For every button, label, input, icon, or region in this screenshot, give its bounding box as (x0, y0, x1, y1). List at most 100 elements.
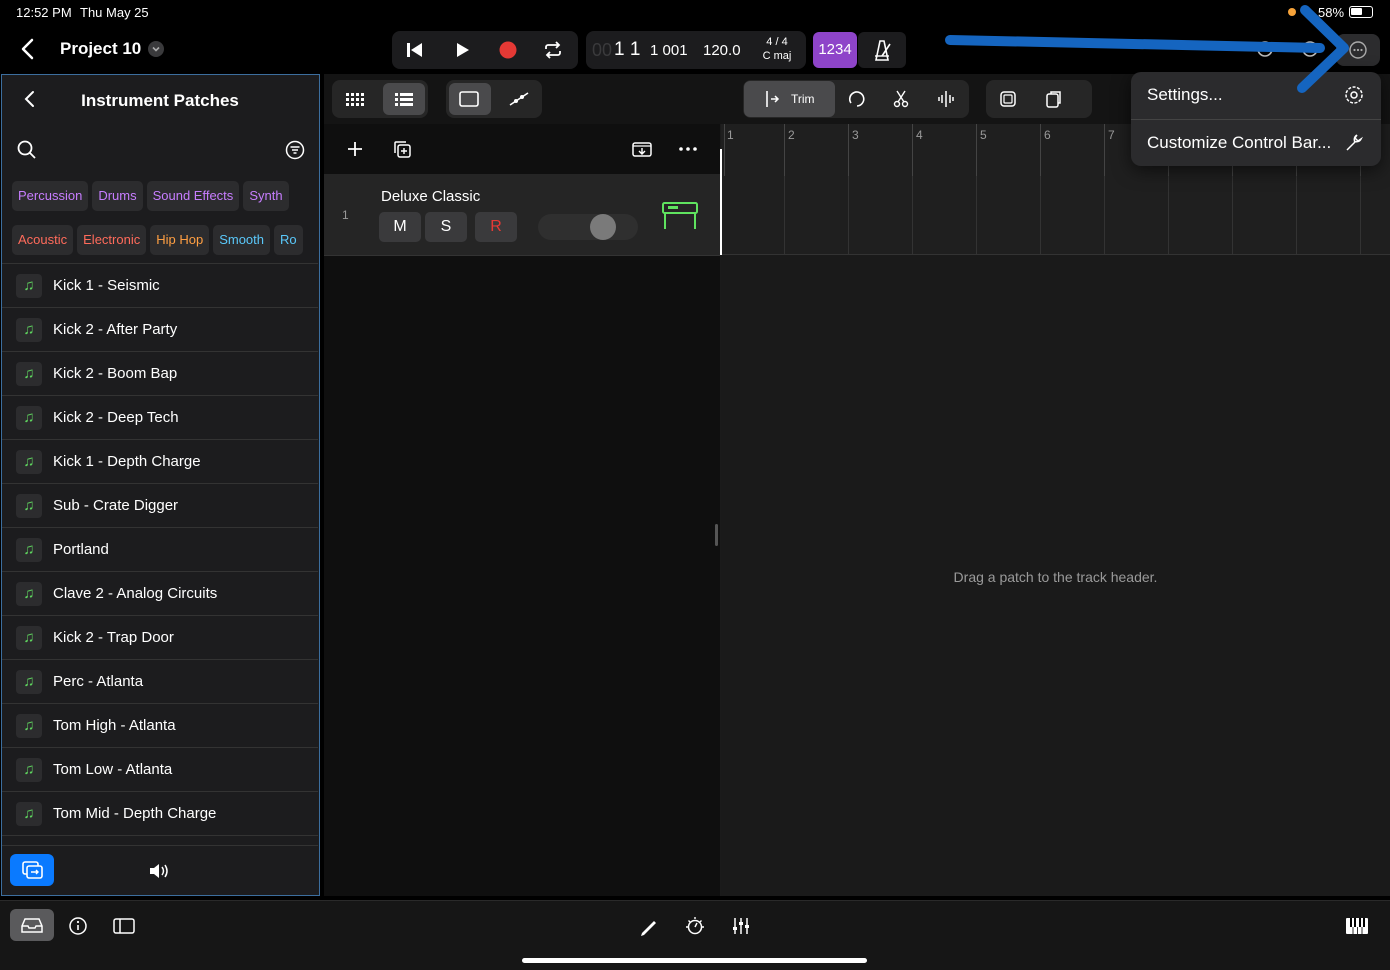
copy-icon[interactable] (1044, 89, 1064, 114)
list-item[interactable]: ♫ Kick 1 - Seismic (2, 264, 318, 308)
trim-icon[interactable] (761, 89, 781, 114)
rewind-button[interactable] (405, 40, 425, 60)
list-item[interactable]: ♫ Kick 2 - Trap Door (2, 616, 318, 660)
automation-icon[interactable] (508, 89, 530, 114)
redo-icon[interactable] (1300, 39, 1320, 59)
browser-footer (2, 845, 318, 895)
music-note-icon: ♫ (16, 318, 42, 342)
list-item[interactable]: ♫ Kick 2 - Boom Bap (2, 352, 318, 396)
lcd-position-prefix: 00 (592, 40, 613, 60)
browser-toggle-button[interactable] (10, 909, 54, 941)
track-name[interactable]: Deluxe Classic (381, 188, 480, 205)
menu-item-settings[interactable]: Settings... (1131, 72, 1381, 118)
lcd-signature: 4 / 4 C maj (760, 35, 794, 63)
speaker-icon[interactable] (148, 861, 172, 881)
select-region-icon[interactable] (998, 89, 1018, 114)
resize-handle[interactable] (715, 524, 718, 546)
tag-smooth[interactable]: Smooth (213, 225, 270, 255)
mixer-icon[interactable] (726, 911, 756, 941)
empty-hint: Drag a patch to the track header. (953, 569, 1158, 585)
customize-label: Customize Control Bar... (1147, 133, 1332, 152)
tag-row-1: Percussion Drums Sound Effects Synth (12, 181, 318, 215)
lcd-display[interactable]: 00 1 1 1 001 120.0 4 / 4 C maj (586, 31, 806, 69)
scissors-icon[interactable] (891, 89, 911, 114)
project-title[interactable]: Project 10 (60, 39, 141, 59)
browser-loops-button[interactable] (10, 854, 54, 886)
sidebar-icon[interactable] (110, 911, 140, 941)
list-item[interactable]: ♫ Kick 2 - After Party (2, 308, 318, 352)
count-in-button[interactable]: 1234 (813, 32, 857, 68)
download-icon[interactable] (631, 139, 653, 164)
pencil-icon[interactable] (634, 911, 664, 941)
list-item[interactable]: ♫ Tom Mid - Depth Charge (2, 792, 318, 836)
music-note-icon: ♫ (16, 670, 42, 694)
music-note-icon: ♫ (16, 274, 42, 298)
tag-synth[interactable]: Synth (243, 181, 289, 211)
volume-slider[interactable] (538, 214, 638, 240)
status-date: Thu May 25 (80, 5, 149, 20)
more-options-button[interactable] (1336, 34, 1380, 66)
music-note-icon: ♫ (16, 714, 42, 738)
grid-view-icon[interactable] (345, 89, 365, 114)
patch-list: ♫ Kick 1 - Seismic ♫ Kick 2 - After Party … (2, 263, 318, 845)
list-item[interactable]: ♫ Kick 1 - Depth Charge (2, 440, 318, 484)
tag-sound-effects[interactable]: Sound Effects (146, 181, 240, 211)
battery-icon (1349, 6, 1373, 18)
list-item[interactable]: ♫ Clave 2 - Analog Circuits (2, 572, 318, 616)
tag-percussion[interactable]: Percussion (12, 181, 89, 211)
tracks-view-icon[interactable] (394, 89, 414, 114)
record-enable-button[interactable]: R (475, 212, 517, 242)
solo-button[interactable]: S (425, 212, 467, 242)
list-item[interactable]: ♫ Portland (2, 528, 318, 572)
mute-button[interactable]: M (379, 212, 421, 242)
undo-icon[interactable] (1255, 39, 1275, 59)
bar-number: 6 (1044, 128, 1051, 142)
tag-partial[interactable]: Ro (274, 225, 303, 255)
add-track-icon[interactable] (346, 140, 364, 163)
back-button[interactable] (16, 36, 42, 62)
chevron-down-icon[interactable] (148, 41, 164, 57)
more-icon[interactable] (678, 141, 698, 162)
cycle-button[interactable] (543, 40, 563, 60)
volume-knob[interactable] (590, 214, 616, 240)
keyboard-instrument-icon[interactable] (660, 196, 700, 236)
split-waveform-icon[interactable] (936, 89, 956, 114)
play-button[interactable] (452, 40, 472, 60)
duplicate-track-icon[interactable] (392, 139, 412, 164)
editor-toggle (446, 80, 542, 118)
track-header[interactable]: 1 Deluxe Classic M S R (324, 174, 720, 256)
list-item[interactable]: ♫ Sub - Crate Digger (2, 484, 318, 528)
tag-acoustic[interactable]: Acoustic (12, 225, 74, 255)
tag-drums[interactable]: Drums (92, 181, 143, 211)
record-button[interactable] (498, 40, 518, 60)
info-icon[interactable] (64, 911, 94, 941)
bar-number: 3 (852, 128, 859, 142)
search-icon[interactable] (16, 139, 38, 161)
loop-tool-icon[interactable] (847, 89, 867, 114)
filter-icon[interactable] (284, 139, 306, 161)
gear-icon (1343, 84, 1365, 106)
menu-item-customize-control-bar[interactable]: Customize Control Bar... (1131, 120, 1381, 166)
empty-track-area[interactable]: Drag a patch to the track header. (721, 255, 1390, 896)
trim-label[interactable]: Trim (791, 92, 815, 106)
list-item[interactable]: ♫ Tom High - Atlanta (2, 704, 318, 748)
track-lane[interactable] (721, 176, 1390, 255)
music-note-icon: ♫ (16, 582, 42, 606)
more-options-menu: Settings... Customize Control Bar... (1131, 72, 1381, 166)
region-view-icon[interactable] (458, 89, 480, 114)
list-item[interactable]: ♫ Perc - Atlanta (2, 660, 318, 704)
smart-controls-icon[interactable] (680, 911, 710, 941)
list-item[interactable]: ♫ Kick 2 - Deep Tech (2, 396, 318, 440)
metronome-button[interactable] (858, 32, 906, 68)
keyboard-icon[interactable] (1342, 911, 1372, 941)
tag-hip-hop[interactable]: Hip Hop (150, 225, 210, 255)
playhead[interactable] (720, 149, 722, 255)
home-indicator[interactable] (522, 958, 867, 963)
bar-number: 1 (727, 128, 734, 142)
tag-electronic[interactable]: Electronic (77, 225, 147, 255)
tag-row-2: Acoustic Electronic Hip Hop Smooth Ro (12, 225, 318, 259)
music-note-icon: ♫ (16, 758, 42, 782)
list-item[interactable]: ♫ Tom Low - Atlanta (2, 748, 318, 792)
battery-percent: 58% (1318, 5, 1345, 20)
settings-label: Settings... (1147, 85, 1223, 104)
